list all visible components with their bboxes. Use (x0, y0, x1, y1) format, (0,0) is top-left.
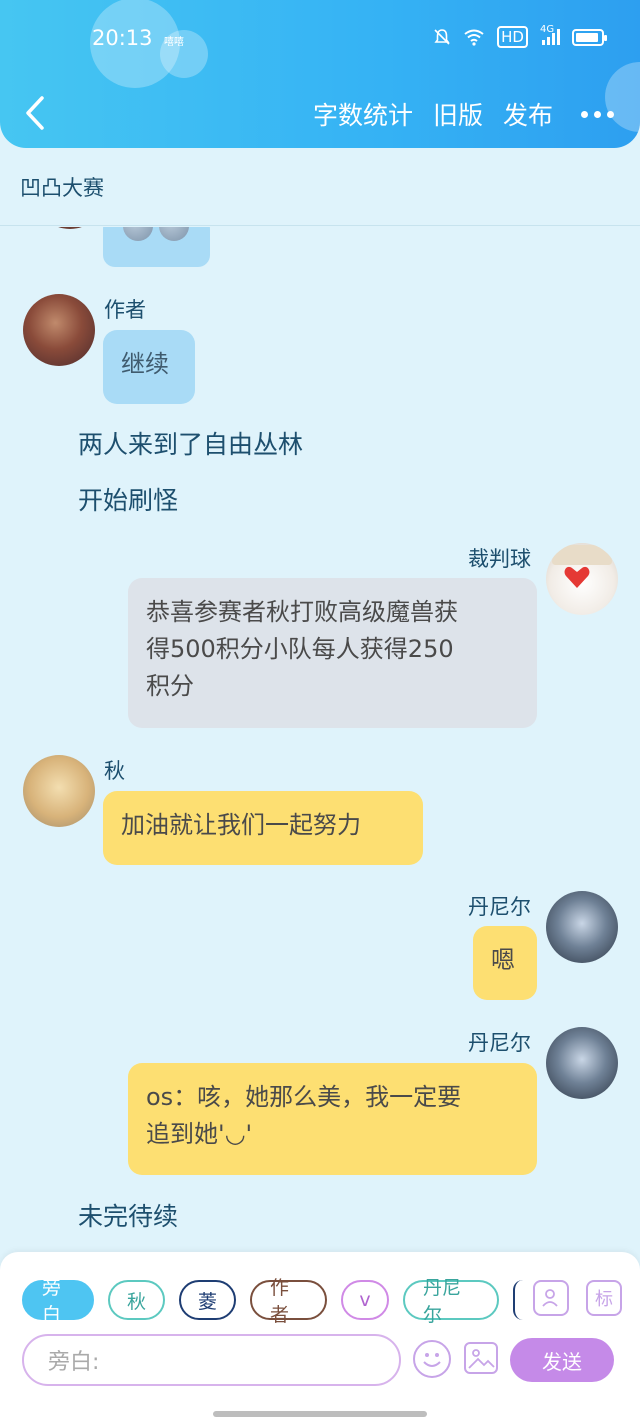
group-title: 凹凸大赛 (20, 176, 104, 200)
status-time: 20:13 (92, 26, 153, 50)
message-bubble[interactable] (103, 227, 210, 267)
publish-button[interactable]: 发布 (503, 96, 553, 132)
status-carrier: 嘻嘻 (164, 37, 184, 48)
hat-shape (552, 545, 612, 565)
chevron-left-icon (26, 96, 44, 130)
message-line: 恭喜参赛者秋打败高级魔兽获 (146, 598, 458, 626)
message-bubble[interactable]: 加油就让我们一起努力 (103, 791, 423, 865)
wifi-icon (463, 26, 485, 48)
moon-emoji-icon (123, 227, 153, 241)
image-icon (468, 1349, 495, 1369)
heart-icon (564, 566, 590, 588)
message-input[interactable]: 旁白: (22, 1334, 401, 1386)
message-bubble[interactable]: 继续 (103, 330, 195, 404)
message-bubble[interactable]: 恭喜参赛者秋打败高级魔兽获 得500积分小队每人获得250 积分 (128, 578, 537, 728)
avatar[interactable] (34, 227, 106, 229)
network-label: 4G (540, 24, 555, 35)
role-manage-icon[interactable] (533, 1280, 569, 1316)
status-icons: HD 4G (433, 24, 607, 48)
app-header: 20:13 嘻嘻 HD 4G 字数统计 旧版 发布 (0, 0, 640, 148)
mute-bell-icon (433, 26, 451, 48)
input-panel: 旁白 秋 菱 作者 v 丹尼尔 标 旁白: 发送 (0, 1252, 640, 1422)
role-chip-qiu[interactable]: 秋 (108, 1280, 165, 1320)
daniel-avatar[interactable] (546, 891, 618, 963)
narration-text: 两人来到了自由丛林 (78, 430, 304, 459)
moon-emoji-icon (159, 227, 189, 241)
judge-avatar[interactable] (546, 543, 618, 615)
qiu-avatar[interactable] (23, 755, 95, 827)
role-selector: 旁白 秋 菱 作者 v 丹尼尔 (22, 1277, 523, 1326)
message-bubble[interactable]: os：咳，她那么美，我一定要 追到她'◡' (128, 1063, 537, 1175)
word-count-button[interactable]: 字数统计 (313, 96, 413, 132)
old-version-button[interactable]: 旧版 (433, 96, 483, 132)
message-line: 积分 (146, 672, 194, 700)
smiley-icon (423, 1353, 441, 1367)
sender-name: 裁判球 (468, 547, 531, 571)
narration-text: 开始刷怪 (78, 486, 179, 515)
role-chip-v[interactable]: v (341, 1280, 389, 1320)
role-chip-partial[interactable] (513, 1280, 523, 1320)
message-line: 追到她'◡' (146, 1120, 253, 1148)
message-line: os：咳，她那么美，我一定要 (146, 1083, 462, 1111)
role-chip-narrator[interactable]: 旁白 (22, 1277, 94, 1326)
daniel-avatar[interactable] (546, 1027, 618, 1099)
image-button[interactable] (464, 1342, 498, 1374)
role-chip-author[interactable]: 作者 (250, 1277, 327, 1326)
message-bubble[interactable]: 嗯 (473, 926, 537, 1000)
more-options-button[interactable] (573, 110, 614, 118)
role-chip-daniel[interactable]: 丹尼尔 (403, 1277, 499, 1326)
message-line: 得500积分小队每人获得250 (146, 635, 454, 663)
chat-area[interactable]: 作者 继续 两人来到了自由丛林 开始刷怪 裁判球 恭喜参赛者秋打败高级魔兽获 得… (0, 227, 640, 1257)
sender-name: 作者 (104, 298, 146, 322)
role-chip-ling[interactable]: 菱 (179, 1280, 236, 1320)
author-avatar[interactable] (23, 294, 95, 366)
sender-name: 丹尼尔 (468, 1031, 531, 1055)
tag-button[interactable]: 标 (586, 1280, 622, 1316)
home-indicator[interactable] (213, 1411, 427, 1417)
sender-name: 秋 (104, 759, 125, 783)
emoji-button[interactable] (413, 1340, 451, 1378)
nav-actions: 字数统计 旧版 发布 (313, 96, 614, 132)
hd-badge: HD (497, 26, 528, 48)
battery-icon (572, 28, 607, 46)
signal-icon: 4G (540, 24, 560, 48)
narration-text: 未完待续 (78, 1202, 179, 1231)
sender-name: 丹尼尔 (468, 895, 531, 919)
back-button[interactable] (22, 95, 50, 131)
send-button[interactable]: 发送 (510, 1338, 614, 1382)
